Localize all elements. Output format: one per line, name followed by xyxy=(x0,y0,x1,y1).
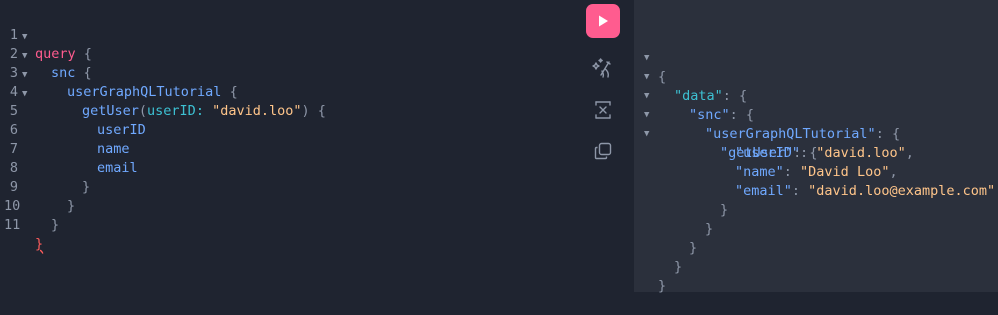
result-line: "name": "David Loo", xyxy=(634,144,898,180)
result-line: ▼ "data": { xyxy=(634,49,747,104)
brace: } xyxy=(82,179,91,195)
argument-name: userID xyxy=(147,103,196,119)
copy-icon xyxy=(594,142,612,160)
field-name: userGraphQLTutorial xyxy=(67,84,222,100)
brace: { xyxy=(739,88,748,104)
editor-line: 3 ▼ userGraphQLTutorial { xyxy=(0,45,238,100)
result-viewer: ▼ { ▼ "data": { ▼ "snc": { ▼ "userGraphQ… xyxy=(634,0,998,294)
colon: : xyxy=(783,164,801,180)
editor-line: 7 email xyxy=(0,121,138,176)
brace: } xyxy=(689,240,698,256)
brace: { xyxy=(83,65,92,81)
json-key: "userGraphQLTutorial" xyxy=(705,126,876,142)
result-line: } xyxy=(634,258,683,294)
json-key: "name" xyxy=(735,164,784,180)
field-name: name xyxy=(97,141,130,157)
editor-line: 11 } xyxy=(0,197,49,252)
prettify-button[interactable] xyxy=(591,56,615,80)
editor-line: 6 name xyxy=(0,102,130,157)
string-value: "david.loo" xyxy=(212,103,302,119)
result-line: "userID": "david.loo", xyxy=(634,125,914,161)
json-string-value: "david.loo" xyxy=(816,145,906,161)
editor-line: 4 ▼ getUser(userID: "david.loo") { xyxy=(0,64,326,119)
gutter: 11 xyxy=(0,216,34,235)
execute-query-button[interactable] xyxy=(586,4,620,38)
editor-line: 5 userID xyxy=(0,83,146,138)
json-key: "snc" xyxy=(689,107,730,123)
brace: } xyxy=(658,278,667,294)
result-line: } xyxy=(634,220,697,256)
brace: } xyxy=(720,202,729,218)
field-name: getUser xyxy=(82,103,139,119)
brace: { xyxy=(891,126,901,142)
editor-line: 1 ▼ query { xyxy=(0,7,92,62)
editor-line: 8 } xyxy=(0,140,90,195)
paren: ( xyxy=(138,103,148,119)
merge-fragments-icon xyxy=(595,101,611,119)
magic-wand-icon xyxy=(592,58,611,78)
error-brace: } xyxy=(35,236,44,252)
result-line: } xyxy=(634,201,713,237)
editor-line: 10 } xyxy=(0,178,59,233)
editor-toolbar xyxy=(582,0,626,292)
brace: { xyxy=(83,46,92,62)
colon: : xyxy=(791,183,809,199)
brace: { xyxy=(317,103,326,119)
result-line: ▼ "getUser": { xyxy=(634,106,818,161)
brace: { xyxy=(745,107,755,123)
field-name: userID xyxy=(97,122,146,138)
colon: : xyxy=(722,88,740,104)
copy-query-button[interactable] xyxy=(591,139,615,163)
line-number: 11 xyxy=(4,217,21,233)
comma: , xyxy=(905,145,914,161)
brace: } xyxy=(51,217,60,233)
result-line: ▼ "snc": { xyxy=(634,68,754,123)
result-line: ▼ "userGraphQLTutorial": { xyxy=(634,87,900,142)
colon: : xyxy=(875,126,892,142)
field-name: email xyxy=(97,160,138,176)
brace: } xyxy=(67,198,76,214)
paren: ) xyxy=(301,103,310,119)
json-string-value: "david.loo@example.com" xyxy=(808,183,996,199)
json-key: "email" xyxy=(735,183,792,199)
brace: { xyxy=(229,84,238,100)
field-name: snc xyxy=(51,65,76,81)
colon: : xyxy=(800,145,817,161)
brace: } xyxy=(705,221,714,237)
comma: , xyxy=(889,164,898,180)
result-line: ▼ { xyxy=(634,30,683,85)
colon: : xyxy=(729,107,746,123)
merge-fragments-button[interactable] xyxy=(591,98,615,122)
json-key: "userID" xyxy=(735,145,801,161)
play-icon xyxy=(599,15,608,27)
graphiql-workspace: 1 ▼ query { 2 ▼ snc { 3 ▼ userGraphQLTutori… xyxy=(0,0,998,294)
editor-line: 9 } xyxy=(0,159,75,214)
result-line: } xyxy=(634,239,683,275)
colon: : xyxy=(195,103,204,119)
result-line: "email": "david.loo@example.com" xyxy=(634,163,995,199)
editor-line: 2 ▼ snc { xyxy=(0,26,92,81)
result-line: } xyxy=(634,182,728,218)
json-string-value: "David Loo" xyxy=(800,164,890,180)
query-editor[interactable]: 1 ▼ query { 2 ▼ snc { 3 ▼ userGraphQLTutori… xyxy=(0,0,634,292)
